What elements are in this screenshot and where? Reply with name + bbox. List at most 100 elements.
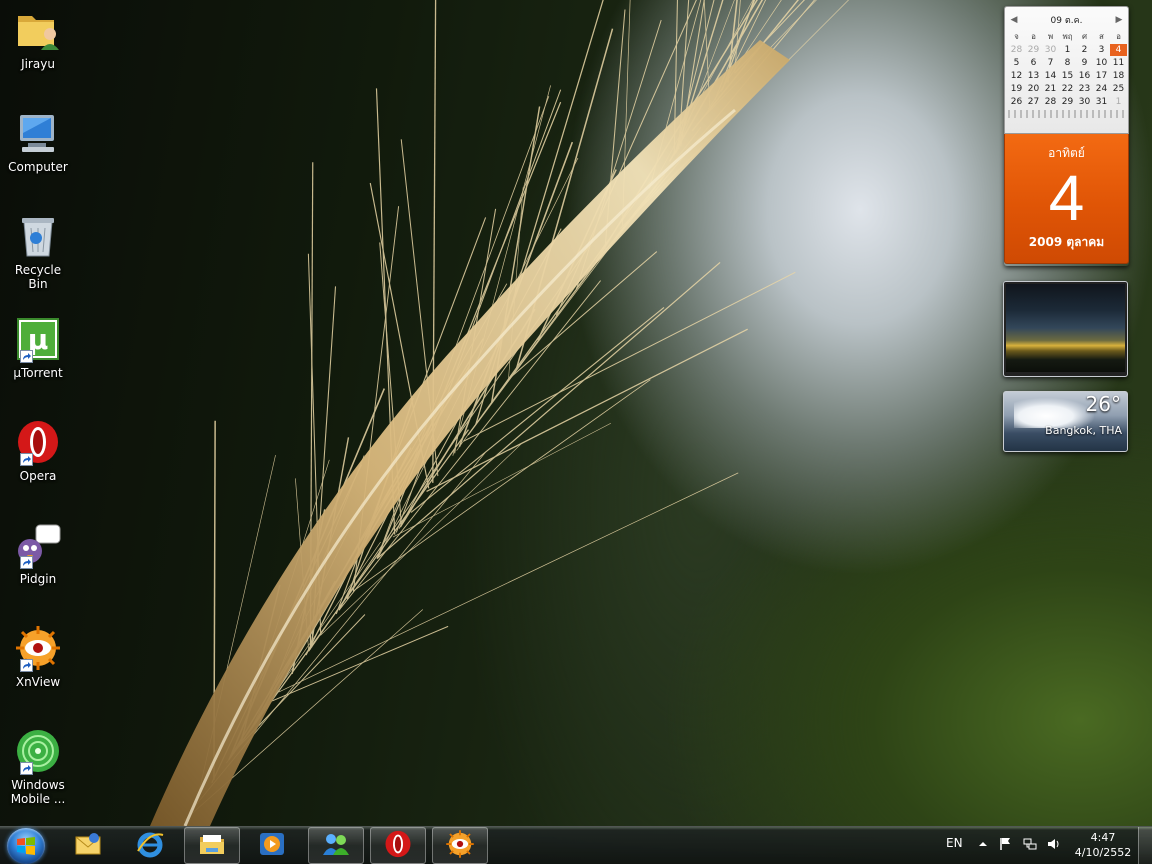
taskbar-button-outlook-express[interactable] [60,827,116,864]
calendar-day-cell[interactable]: 15 [1059,70,1076,82]
windows-explorer-icon [197,829,227,863]
calendar-day-cell[interactable]: 29 [1059,96,1076,108]
weather-city: Bangkok, THA [1045,424,1122,437]
calendar-day-cell[interactable]: 20 [1025,83,1042,95]
calendar-day-cell[interactable]: 10 [1093,57,1110,69]
desktop-icon-recycle-bin[interactable]: Recycle Bin [4,212,72,304]
desktop-icon-user-folder[interactable]: Jirayu [4,6,72,98]
weekday-header: พ [1047,32,1054,41]
calendar-day-cell[interactable]: 25 [1110,83,1127,95]
desktop-icon-opera[interactable]: Opera [4,418,72,510]
calendar-day-cell[interactable]: 12 [1008,70,1025,82]
show-desktop-button[interactable] [1138,827,1152,864]
recycle-bin-icon [14,212,62,260]
weekday-header: พฤ [1062,32,1073,41]
calendar-day-cell[interactable]: 19 [1008,83,1025,95]
calendar-day-cell[interactable]: 1 [1110,96,1127,108]
language-indicator[interactable]: EN [946,836,963,850]
desktop-icon-label: Jirayu [21,57,55,71]
calendar-day-cell[interactable]: 13 [1025,70,1042,82]
calendar-month-view: ◀ 09 ต.ค. ▶ จอพพฤศสอ 28 29 30 1 2 3 4 5 6 7 8 9 10 11 1… [1004,6,1129,134]
user-folder-icon [14,6,62,54]
calendar-day-cell[interactable]: 6 [1025,57,1042,69]
desktop-icon-windows-mobile[interactable]: Windows Mobile ... [4,727,72,819]
calendar-day-cell[interactable]: 23 [1076,83,1093,95]
calendar-day-cell[interactable]: 14 [1042,70,1059,82]
weekday-header: อ [1031,32,1036,41]
desktop-icon-label: Pidgin [19,572,57,586]
calendar-day-cell[interactable]: 16 [1076,70,1093,82]
media-player-icon [257,829,287,863]
system-clock[interactable]: 4:47 4/10/2552 [1068,830,1138,860]
next-month-button[interactable]: ▶ [1113,15,1125,25]
pidgin-icon [14,521,62,569]
weather-gadget[interactable]: 26° Bangkok, THA [1003,391,1128,452]
calendar-day-cell[interactable]: 21 [1042,83,1059,95]
calendar-day-cell[interactable]: 30 [1042,44,1059,56]
clock-date: 4/10/2552 [1074,846,1132,859]
calendar-day-cell[interactable]: 31 [1093,96,1110,108]
calendar-day-cell[interactable]: 30 [1076,96,1093,108]
desktop-icon-utorrent[interactable]: µ µTorrent [4,315,72,407]
shortcut-arrow-icon [20,556,33,569]
calendar-day-cell[interactable]: 28 [1042,96,1059,108]
volume-icon[interactable] [1046,836,1062,852]
desktop-icon-label: µTorrent [13,366,63,380]
previous-month-button[interactable]: ◀ [1008,15,1020,25]
calendar-day-number: 4 [1048,162,1085,234]
wallpaper [150,0,849,826]
calendar-day-cell[interactable]: 11 [1110,57,1127,69]
windows-mobile-icon [14,727,62,775]
xnview-icon [445,829,475,863]
windows-logo-icon [17,837,35,855]
slideshow-gadget[interactable] [1003,281,1128,377]
start-button[interactable] [7,828,45,864]
calendar-day-view[interactable]: อาทิตย์ 4 2009 ตุลาคม [1004,134,1129,264]
calendar-day-cell[interactable]: 27 [1025,96,1042,108]
outlook-express-icon [73,829,103,863]
calendar-day-cell[interactable]: 26 [1008,96,1025,108]
slideshow-photo [1006,284,1125,372]
calendar-day-cell[interactable]: 9 [1076,57,1093,69]
internet-explorer-icon [135,829,165,863]
desktop-icon-label: XnView [15,675,61,689]
calendar-day-cell[interactable]: 28 [1008,44,1025,56]
calendar-day-cell[interactable]: 29 [1025,44,1042,56]
taskbar-button-media-player[interactable] [244,827,300,864]
taskbar-button-windows-explorer[interactable] [184,827,240,864]
desktop-icon-xnview[interactable]: XnView [4,624,72,716]
taskbar-button-internet-explorer[interactable] [122,827,178,864]
messenger-icon [321,829,351,863]
desktop-icon-pidgin[interactable]: Pidgin [4,521,72,613]
calendar-day-cell[interactable]: 7 [1042,57,1059,69]
weather-temperature: 26° [1085,392,1121,416]
xnview-icon [14,624,62,672]
calendar-month-header: 09 ต.ค. [1050,16,1083,26]
calendar-gadget[interactable]: ◀ 09 ต.ค. ▶ จอพพฤศสอ 28 29 30 1 2 3 4 5 6 7 8 9 10 11 1… [1004,6,1129,266]
calendar-day-cell[interactable]: 24 [1093,83,1110,95]
calendar-day-cell[interactable]: 1 [1059,44,1076,56]
calendar-today-cell[interactable]: 4 [1110,44,1127,56]
shortcut-arrow-icon [20,350,33,363]
shortcut-arrow-icon [20,762,33,775]
calendar-day-cell[interactable]: 8 [1059,57,1076,69]
weekday-header: อ [1116,32,1121,41]
taskbar-button-xnview[interactable] [432,827,488,864]
calendar-day-cell[interactable]: 5 [1008,57,1025,69]
calendar-day-cell[interactable]: 22 [1059,83,1076,95]
calendar-binder-rings [1008,110,1125,118]
taskbar: EN 4:47 4/10/2552 [0,826,1152,864]
calendar-day-cell[interactable]: 2 [1076,44,1093,56]
action-center-flag-icon[interactable] [998,836,1014,852]
calendar-day-cell[interactable]: 17 [1093,70,1110,82]
calendar-day-name: อาทิตย์ [1048,146,1085,160]
desktop-icon-computer[interactable]: Computer [4,109,72,201]
network-icon[interactable] [1022,836,1038,852]
taskbar-button-messenger[interactable] [308,827,364,864]
weekday-header: ศ [1081,32,1088,41]
taskbar-button-opera[interactable] [370,827,426,864]
opera-icon [14,418,62,466]
show-hidden-icons-icon[interactable] [975,836,991,852]
calendar-day-cell[interactable]: 18 [1110,70,1127,82]
calendar-day-cell[interactable]: 3 [1093,44,1110,56]
